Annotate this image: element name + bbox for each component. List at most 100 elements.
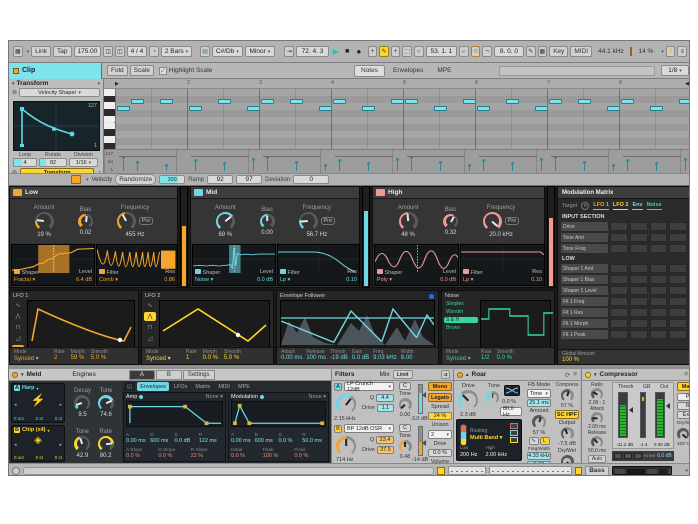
mid-band-checkbox[interactable] (194, 189, 203, 196)
matrix-cell[interactable] (650, 244, 668, 253)
high-frequency-knob[interactable] (483, 212, 502, 231)
roar-hot-swap-icon[interactable]: ⟳ (565, 371, 570, 379)
matrix-cell[interactable] (650, 308, 668, 317)
filter-b-drive-field[interactable]: 37.5 (377, 446, 394, 454)
loop-field[interactable]: 4 (13, 158, 37, 167)
midi-note[interactable] (189, 106, 202, 111)
mod-env-target-menu[interactable]: None ▾ (309, 394, 326, 400)
matrix-cell[interactable] (669, 308, 687, 317)
view-options-icon[interactable]: ▦ (13, 46, 23, 57)
tab-envelopes[interactable]: Envelopes (387, 65, 429, 77)
lfo1-morph-field[interactable]: 59 % (71, 355, 85, 361)
midi-note[interactable] (549, 99, 562, 104)
limit-button[interactable]: Limit (393, 370, 413, 379)
mode-expand[interactable]: Expand (677, 411, 690, 419)
mid-amount-knob[interactable] (216, 212, 235, 231)
matrix-cell[interactable] (630, 244, 648, 253)
clip-thumbnail[interactable] (448, 466, 486, 475)
velocity-dot[interactable] (511, 162, 514, 165)
midi-note[interactable] (535, 106, 548, 111)
velocity-dot[interactable] (396, 158, 399, 161)
mode-peak[interactable]: Peak (677, 393, 690, 401)
sc-hpf-button[interactable]: SC HPF (555, 410, 579, 419)
source-env[interactable]: Env (632, 202, 642, 210)
crossover-low-field[interactable]: 200 Hz (460, 452, 477, 458)
velocity-shaper-graph[interactable]: 127 1 (13, 101, 100, 151)
mod-release-field[interactable]: 50.0 ms (302, 438, 326, 444)
meld-tab-b[interactable]: B (156, 370, 182, 380)
high-shaper-checkbox[interactable] (377, 269, 383, 274)
lfo2-morph-field[interactable]: 0.0 % (203, 355, 218, 361)
output-value[interactable]: 0.00 dB (654, 442, 670, 447)
activity-view-icon[interactable] (634, 453, 642, 459)
loop-start-field[interactable]: 53. 1. 1 (426, 46, 457, 57)
matrix-cell[interactable] (630, 319, 648, 328)
envf-param-value[interactable]: 8.00 (401, 355, 414, 361)
engine-a-prev-icon[interactable]: ◂ (14, 402, 17, 408)
low-frequency-knob[interactable] (117, 212, 136, 231)
velocity-dot[interactable] (583, 161, 586, 164)
transform-tool-menu[interactable]: Velocity Shaper▾ (19, 88, 100, 97)
automation-arm-button[interactable]: ✎ (379, 46, 389, 57)
roar-tone-freq-field[interactable]: 80.0 Hz (500, 407, 522, 416)
lfo1-display[interactable] (27, 300, 135, 348)
matrix-cell[interactable] (610, 264, 628, 273)
roar-drywet-knob[interactable] (561, 455, 574, 463)
matrix-cell[interactable] (630, 264, 648, 273)
filter-a-freq-knob[interactable] (336, 394, 356, 414)
arrangement-thumbnail[interactable] (489, 466, 572, 475)
arrangement-position-field[interactable]: 72. 4. 3 (296, 46, 329, 57)
crossover-high-field[interactable]: 2.00 kHz (485, 452, 507, 458)
matrix-cell[interactable] (669, 233, 687, 242)
matrix-cell[interactable] (650, 275, 668, 284)
high-shaper-type-menu[interactable]: Poly ▾ (377, 277, 392, 284)
low-filter-res-field[interactable]: 0.86 (164, 277, 175, 284)
velocity-dot[interactable] (367, 162, 370, 165)
velocity-stem[interactable] (555, 157, 556, 171)
randomize-amount-field[interactable]: 100 (159, 175, 185, 184)
quantize-menu[interactable]: 2 Bars▾ (161, 46, 192, 57)
roar-menu-icon[interactable]: ≡ (573, 371, 577, 378)
amp-r-slope-field[interactable]: 22 % (191, 453, 223, 459)
mid-filter-type-menu[interactable]: Lp ▾ (280, 277, 290, 284)
matrix-cell[interactable] (610, 286, 628, 295)
randomize-button[interactable]: Randomize (115, 174, 156, 185)
ratio-knob[interactable] (591, 388, 603, 400)
matrix-cell[interactable] (610, 233, 628, 242)
midi-note[interactable] (477, 106, 490, 111)
sine-shape-icon[interactable]: ∿ (144, 301, 156, 310)
beat-time-ruler[interactable]: ▶ ◀ 2345678 (104, 79, 690, 89)
filter-routing-icon[interactable]: ⇉ (441, 370, 450, 379)
low-bias-knob[interactable] (78, 214, 93, 229)
engine-a-st-field[interactable]: 0 st (36, 416, 43, 421)
noise-rate-field[interactable]: 1/2 (481, 355, 492, 361)
matrix-cell[interactable] (610, 275, 628, 284)
fb-invert-button[interactable]: ∿ (529, 437, 539, 445)
filter-a-volume-slider[interactable] (418, 384, 423, 414)
matrix-cell[interactable] (650, 286, 668, 295)
mod-peak-field[interactable]: 100 % (263, 453, 295, 459)
clip-marker-icon[interactable] (437, 467, 445, 475)
midi-note[interactable] (621, 99, 634, 104)
time-signature-field[interactable]: 4 / 4 (127, 46, 148, 57)
matrix-cell[interactable] (669, 264, 687, 273)
black-key[interactable] (104, 109, 115, 116)
cpu-load-value[interactable]: 14 % (634, 46, 657, 57)
mod-final-field[interactable]: 0.0 % (294, 453, 326, 459)
matrix-cell[interactable] (610, 308, 628, 317)
fb-link-button[interactable]: L (540, 437, 550, 445)
transform-menu-icon[interactable]: ▾ (97, 81, 100, 87)
saw-shape-icon[interactable]: ◿ (12, 334, 24, 343)
high-pre-button[interactable]: Pre (505, 217, 520, 225)
midi-note[interactable] (506, 99, 519, 104)
loop-length-field[interactable]: 8. 0. 0 (494, 46, 524, 57)
filter-a-pan-field[interactable]: C (399, 382, 411, 390)
white-key[interactable] (104, 116, 115, 123)
mid-pre-button[interactable]: Pre (321, 217, 336, 225)
collapsed-view-icon[interactable] (614, 453, 622, 459)
matrix-cell[interactable] (630, 308, 648, 317)
velocity-dot[interactable] (468, 164, 471, 167)
noise-type-sh[interactable]: S & H (444, 317, 478, 323)
velocity-dot[interactable] (684, 158, 687, 161)
mono-button[interactable]: Mono (428, 382, 452, 391)
